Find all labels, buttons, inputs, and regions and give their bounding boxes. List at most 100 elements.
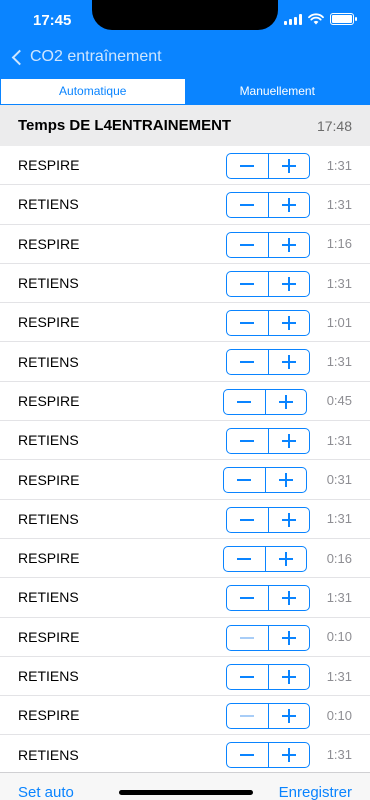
back-button[interactable]: CO2 entraînement (10, 48, 162, 66)
increment-button[interactable] (264, 546, 307, 571)
decrement-button[interactable] (227, 429, 268, 453)
decrement-button[interactable] (227, 743, 268, 767)
segment-manuellement[interactable]: Manuellement (185, 79, 369, 104)
duration-stepper (223, 545, 307, 572)
phase-label: RETIENS (18, 353, 79, 370)
back-label: CO2 entraînement (30, 48, 162, 65)
segmented-control: Automatique Manuellement (0, 78, 370, 105)
increment-button[interactable] (264, 468, 307, 493)
duration-stepper (226, 153, 310, 179)
increment-button[interactable] (267, 704, 310, 729)
phase-duration: 1:31 (326, 589, 352, 605)
plus-icon (281, 159, 296, 173)
minus-icon (240, 636, 255, 639)
phase-row: RETIENS 1:31 (0, 657, 370, 697)
duration-stepper (226, 270, 310, 297)
phase-row: RESPIRE 0:10 (0, 618, 370, 657)
segment-automatique[interactable]: Automatique (1, 79, 186, 104)
phase-duration: 1:31 (326, 157, 352, 173)
status-time: 17:45 (33, 12, 72, 29)
phase-duration: 1:31 (326, 275, 352, 291)
phase-duration: 1:31 (326, 196, 352, 212)
duration-stepper (226, 310, 310, 337)
decrement-button[interactable] (224, 468, 265, 492)
status-icons (284, 13, 357, 25)
decrement-button[interactable] (227, 508, 268, 532)
decrement-button[interactable] (227, 586, 268, 610)
phase-label: RETIENS (18, 668, 79, 684)
decrement-button[interactable] (224, 390, 265, 414)
phase-label: RETIENS (18, 510, 79, 527)
increment-button[interactable] (267, 154, 310, 178)
increment-button[interactable] (267, 311, 310, 336)
increment-button[interactable] (267, 232, 310, 257)
increment-button[interactable] (267, 586, 310, 611)
duration-stepper (226, 624, 310, 651)
phase-row: RETIENS 1:31 (0, 264, 370, 304)
increment-button[interactable] (267, 271, 310, 296)
minus-icon (240, 165, 255, 167)
phase-duration: 1:31 (326, 747, 352, 763)
set-auto-button[interactable]: Set auto (18, 784, 74, 800)
phase-label: RESPIRE (18, 471, 80, 488)
phase-duration: 1:31 (326, 511, 352, 527)
plus-icon (281, 669, 296, 684)
phase-duration: 0:16 (326, 550, 352, 566)
plus-icon (281, 709, 296, 724)
phase-duration: 1:31 (326, 432, 352, 448)
decrement-button[interactable] (227, 311, 268, 335)
decrement-button[interactable] (227, 154, 268, 178)
phase-row: RETIENS 1:31 (0, 421, 370, 461)
phase-duration: 1:31 (326, 668, 352, 684)
increment-button[interactable] (267, 625, 310, 650)
minus-icon (237, 557, 252, 560)
increment-button[interactable] (267, 429, 310, 454)
phase-label: RETIENS (18, 746, 79, 763)
plus-icon (281, 198, 296, 213)
decrement-button[interactable] (227, 665, 268, 689)
phase-label: RESPIRE (18, 314, 80, 331)
decrement-button[interactable] (227, 233, 268, 257)
duration-stepper (226, 428, 310, 455)
phase-duration: 1:31 (326, 354, 352, 370)
total-time: 17:48 (316, 117, 352, 134)
increment-button[interactable] (267, 507, 310, 532)
plus-icon (281, 434, 296, 449)
phase-duration: 0:31 (326, 472, 352, 488)
phase-label: RESPIRE (18, 392, 80, 409)
plus-icon (281, 237, 296, 252)
phase-row: RESPIRE 0:31 (0, 460, 370, 500)
increment-button[interactable] (267, 743, 310, 768)
phase-label: RESPIRE (18, 157, 80, 174)
decrement-button[interactable] (227, 272, 268, 296)
increment-button[interactable] (267, 664, 310, 689)
duration-stepper (226, 192, 310, 219)
decrement-button[interactable] (227, 193, 268, 217)
minus-icon (237, 400, 252, 403)
increment-button[interactable] (267, 193, 310, 218)
phase-label: RETIENS (18, 432, 79, 449)
decrement-button (227, 626, 268, 650)
phase-row: RESPIRE 1:16 (0, 225, 370, 264)
phase-row: RETIENS 1:31 (0, 185, 370, 225)
phase-label: RETIENS (18, 589, 79, 606)
duration-stepper (226, 506, 310, 533)
phase-label: RETIENS (18, 196, 79, 213)
duration-stepper (226, 703, 310, 730)
minus-icon (240, 243, 255, 246)
plus-icon (278, 473, 293, 488)
status-bar: 17:45 (0, 0, 370, 40)
decrement-button[interactable] (227, 350, 268, 374)
phase-row: RETIENS 1:31 (0, 578, 370, 618)
phase-duration: 0:45 (326, 393, 352, 409)
phase-label: RESPIRE (18, 550, 80, 567)
home-indicator (119, 790, 253, 795)
decrement-button[interactable] (224, 547, 265, 571)
phase-list: RESPIRE 1:31 RETIENS 1:31 RESPIRE 1:16 RETIENS… (0, 146, 370, 775)
phase-row: RESPIRE 1:31 (0, 146, 370, 186)
minus-icon (240, 282, 255, 285)
save-button[interactable]: Enregistrer (279, 784, 352, 800)
increment-button[interactable] (264, 389, 307, 414)
plus-icon (281, 512, 296, 527)
increment-button[interactable] (267, 350, 310, 375)
